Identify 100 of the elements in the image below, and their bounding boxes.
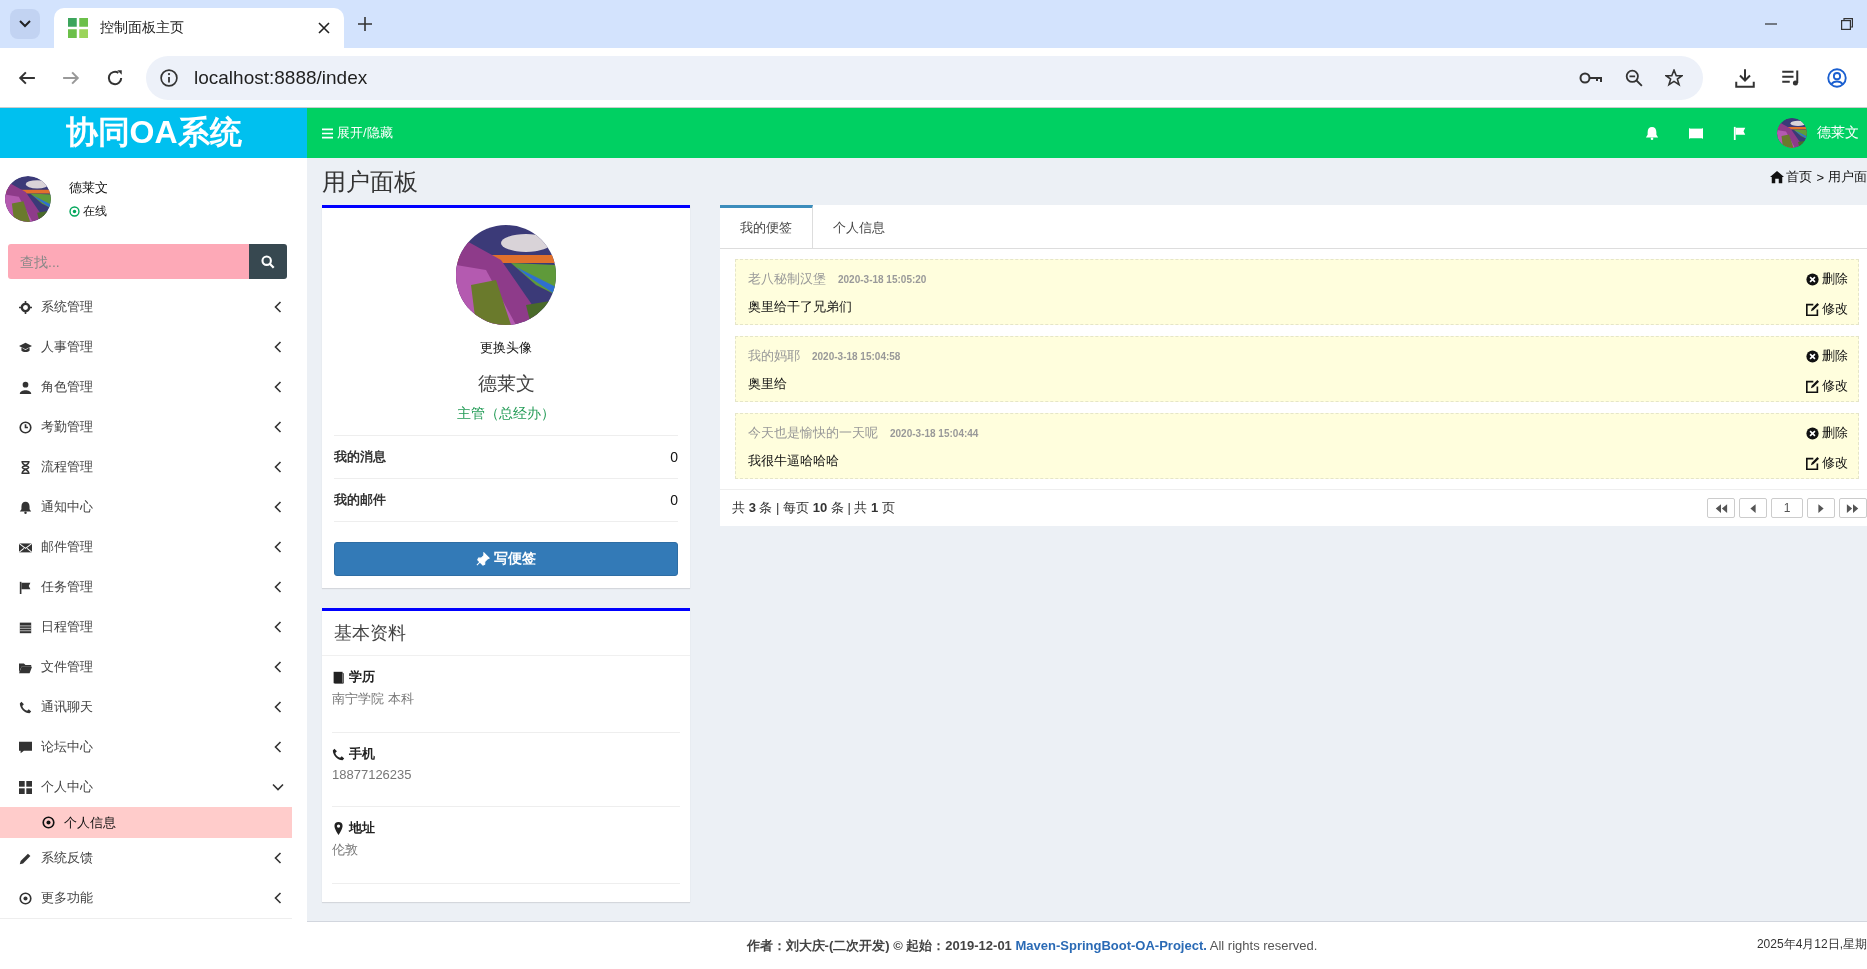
delete-link[interactable]: 删除 <box>1806 347 1848 365</box>
sidebar-item[interactable]: 通知中心 <box>0 487 292 527</box>
sidebar-item[interactable]: 日程管理 <box>0 607 292 647</box>
stat-value: 0 <box>670 449 678 465</box>
field-label: 手机 <box>332 745 680 763</box>
search-field[interactable]: 查找... <box>8 244 249 279</box>
stat-label: 我的邮件 <box>334 491 386 509</box>
tab-title: 控制面板主页 <box>100 19 185 37</box>
chevron-left-icon <box>272 341 284 353</box>
note-time: 2020-3-18 15:04:58 <box>812 351 901 362</box>
sidebar-item[interactable]: 任务管理 <box>0 567 292 607</box>
page-number-field[interactable]: 1 <box>1771 498 1803 518</box>
folder-icon <box>19 660 32 674</box>
phone-icon <box>19 700 32 714</box>
user-icon <box>19 380 32 394</box>
sidebar-item[interactable]: 论坛中心 <box>0 727 292 767</box>
chevron-left-icon <box>272 501 284 513</box>
tab[interactable]: 我的便签 <box>720 205 813 248</box>
note-text: 奥里给 <box>748 375 788 393</box>
project-link[interactable]: Maven-SpringBoot-OA-Project. <box>1015 937 1207 953</box>
edit-link[interactable]: 修改 <box>1806 377 1848 395</box>
card-title: 基本资料 <box>334 622 407 645</box>
search-button[interactable] <box>249 244 287 279</box>
sidebar-item[interactable]: 邮件管理 <box>0 527 292 567</box>
pagination-summary: 共 3 条 | 每页 10 条 | 共 1 页 <box>732 499 895 517</box>
write-note-button[interactable]: 写便签 <box>334 542 678 576</box>
close-icon[interactable] <box>318 22 330 34</box>
sidebar-item[interactable]: 角色管理 <box>0 367 292 407</box>
edit-link[interactable]: 修改 <box>1806 300 1848 318</box>
sidebar-item[interactable]: 通讯聊天 <box>0 687 292 727</box>
page-icon <box>68 18 88 38</box>
chevron-down-icon <box>272 781 284 793</box>
hourglass-icon <box>19 460 32 474</box>
bell-icon <box>19 500 32 514</box>
last-page-button[interactable] <box>1839 498 1867 518</box>
sidebar-item[interactable]: 个人中心 <box>0 767 292 807</box>
book-icon <box>332 670 345 684</box>
sidebar-item[interactable]: 系统反馈 <box>0 838 292 878</box>
page-title: 用户面板 <box>322 166 418 197</box>
edit-link[interactable]: 修改 <box>1806 454 1848 472</box>
download-icon[interactable] <box>1735 67 1755 88</box>
change-avatar-link[interactable]: 更换头像 <box>480 339 532 357</box>
phone-icon <box>332 747 345 761</box>
sidebar-subitem[interactable]: 个人信息 <box>0 807 292 838</box>
delete-link[interactable]: 删除 <box>1806 424 1848 442</box>
new-tab-icon[interactable] <box>358 17 372 31</box>
delete-link[interactable]: 删除 <box>1806 270 1848 288</box>
sidebar-item[interactable]: 人事管理 <box>0 327 292 367</box>
chevron-left-icon <box>272 581 284 593</box>
address-field[interactable]: localhost:8888/index <box>146 55 1703 100</box>
profile-icon[interactable] <box>1827 67 1847 88</box>
previous-page-button[interactable] <box>1739 498 1767 518</box>
chevron-left-icon <box>272 461 284 473</box>
search-icon <box>261 254 275 269</box>
chevron-left-icon <box>272 892 284 904</box>
sidebar-item[interactable]: 更多功能 <box>0 878 292 918</box>
first-page-button[interactable] <box>1707 498 1735 518</box>
note-title: 老八秘制汉堡 <box>748 270 826 288</box>
sidebar-item[interactable]: 系统管理 <box>0 287 292 327</box>
breadcrumb-link[interactable]: 首页 <box>1770 168 1813 186</box>
note-text: 我很牛逼哈哈哈 <box>748 452 840 470</box>
note-title: 我的妈耶 <box>748 347 800 365</box>
edit-icon <box>1806 456 1819 470</box>
profile-role: 主管（总经办） <box>457 405 555 423</box>
note-time: 2020-3-18 15:04:44 <box>890 428 979 439</box>
target-icon <box>69 205 80 217</box>
tab-list-button[interactable] <box>10 9 40 39</box>
chevron-left-icon <box>272 301 284 313</box>
browser-tab[interactable]: 控制面板主页 <box>54 8 344 48</box>
speech-bubble-icon <box>19 740 32 754</box>
flag-icon <box>19 580 32 594</box>
calendar-icon <box>19 620 32 634</box>
edit-icon <box>1806 302 1819 316</box>
pencil-icon <box>19 851 32 865</box>
status-label: 在线 <box>69 202 108 220</box>
note-text: 奥里给干了兄弟们 <box>748 298 853 316</box>
stat-label: 我的消息 <box>334 448 386 466</box>
chevron-left-icon <box>272 421 284 433</box>
field-value: 18877126235 <box>332 767 413 782</box>
sidebar-item[interactable]: 文件管理 <box>0 647 292 687</box>
field-value: 南宁学院 本科 <box>332 690 415 708</box>
field-value: 伦敦 <box>332 841 359 859</box>
reload-icon[interactable] <box>106 68 124 87</box>
date-text: 2025年4月12日,星期 <box>1756 936 1867 953</box>
next-page-button[interactable] <box>1807 498 1835 518</box>
user-name: 德莱文 <box>69 178 108 197</box>
edit-icon <box>1806 379 1819 393</box>
breadcrumb-current: 用户面 <box>1828 168 1867 186</box>
chevron-left-icon <box>272 741 284 753</box>
tab[interactable]: 个人信息 <box>813 205 905 248</box>
restore-icon[interactable] <box>1841 18 1853 30</box>
note-time: 2020-3-18 15:05:20 <box>838 274 927 285</box>
sidebar-item[interactable]: 考勤管理 <box>0 407 292 447</box>
info-icon <box>160 68 178 87</box>
chevron-left-icon <box>272 852 284 864</box>
clock-icon <box>19 420 32 434</box>
sidebar-item[interactable]: 流程管理 <box>0 447 292 487</box>
star-icon[interactable] <box>1665 68 1683 87</box>
zoom-icon[interactable] <box>1625 68 1643 87</box>
breadcrumb-separator: > <box>1816 169 1824 185</box>
